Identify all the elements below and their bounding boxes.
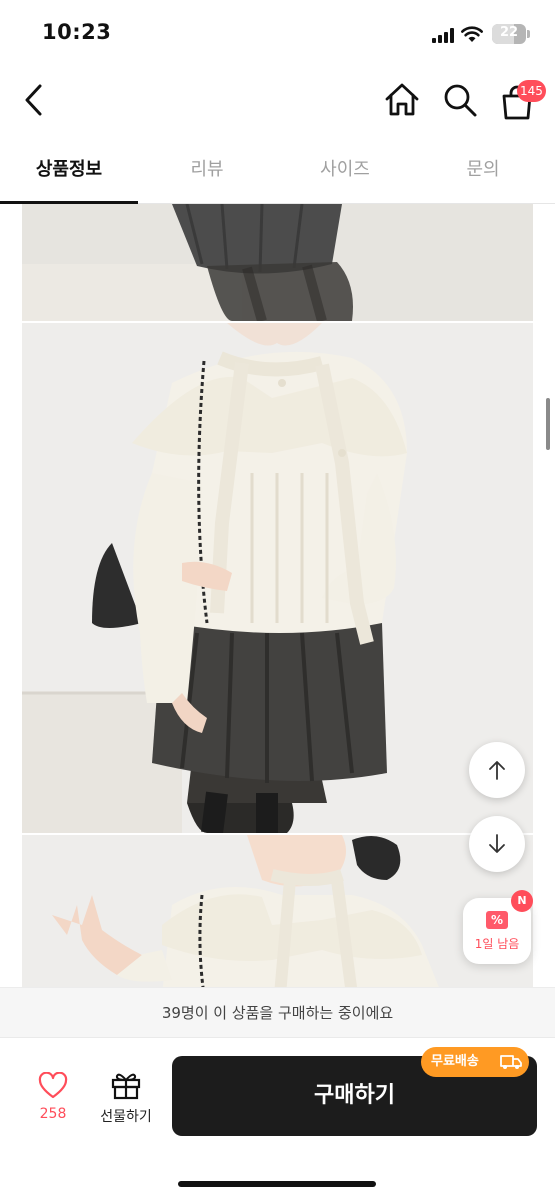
home-indicator [178,1181,376,1187]
product-detail-content [0,204,555,987]
back-icon[interactable] [18,80,52,120]
bottom-action-bar: 258 선물하기 구매하기 무료배송 [0,1037,555,1200]
purchasing-now-notice: 39명이 이 상품을 구매하는 중이에요 [0,987,555,1037]
scroll-up-button[interactable] [469,742,525,798]
tab-reviews[interactable]: 리뷰 [138,138,276,204]
like-count: 258 [39,1106,67,1122]
gift-icon [111,1073,141,1100]
search-icon[interactable] [440,80,480,120]
cellular-signal-icon [432,28,456,43]
battery-level-text: 22 [499,25,519,40]
home-icon[interactable] [382,80,422,120]
product-photo-main [22,323,533,833]
tab-product-info[interactable]: 상품정보 [0,138,138,204]
product-photo [22,835,533,987]
arrow-up-icon [489,761,505,780]
scroll-down-button[interactable] [469,816,525,872]
battery-icon: 22 [492,24,526,44]
gift-label: 선물하기 [100,1109,152,1125]
free-shipping-badge: 무료배송 [421,1047,529,1077]
like-button[interactable]: 258 [28,1070,78,1132]
coupon-remaining-label: 1일 남음 [474,937,520,951]
free-shipping-label: 무료배송 [431,1054,479,1069]
cart-button[interactable]: 145 [495,78,546,122]
app-header: 145 [0,66,555,138]
status-bar: 10:23 22 [0,0,555,66]
status-time: 10:23 [42,20,112,44]
tab-inquiry[interactable]: 문의 [414,138,552,204]
gift-button[interactable]: 선물하기 [92,1068,160,1132]
wifi-icon [461,26,483,42]
product-tabs: 상품정보 리뷰 사이즈 문의 [0,138,555,204]
new-badge: N [511,890,533,912]
truck-icon [500,1055,522,1069]
heart-icon [38,1072,68,1099]
scrollbar-thumb[interactable] [546,398,550,450]
tab-size[interactable]: 사이즈 [276,138,414,204]
product-photo [22,204,533,321]
coupon-ticket-icon: % [486,911,508,929]
arrow-down-icon [489,834,505,853]
cart-count-badge: 145 [517,80,546,102]
